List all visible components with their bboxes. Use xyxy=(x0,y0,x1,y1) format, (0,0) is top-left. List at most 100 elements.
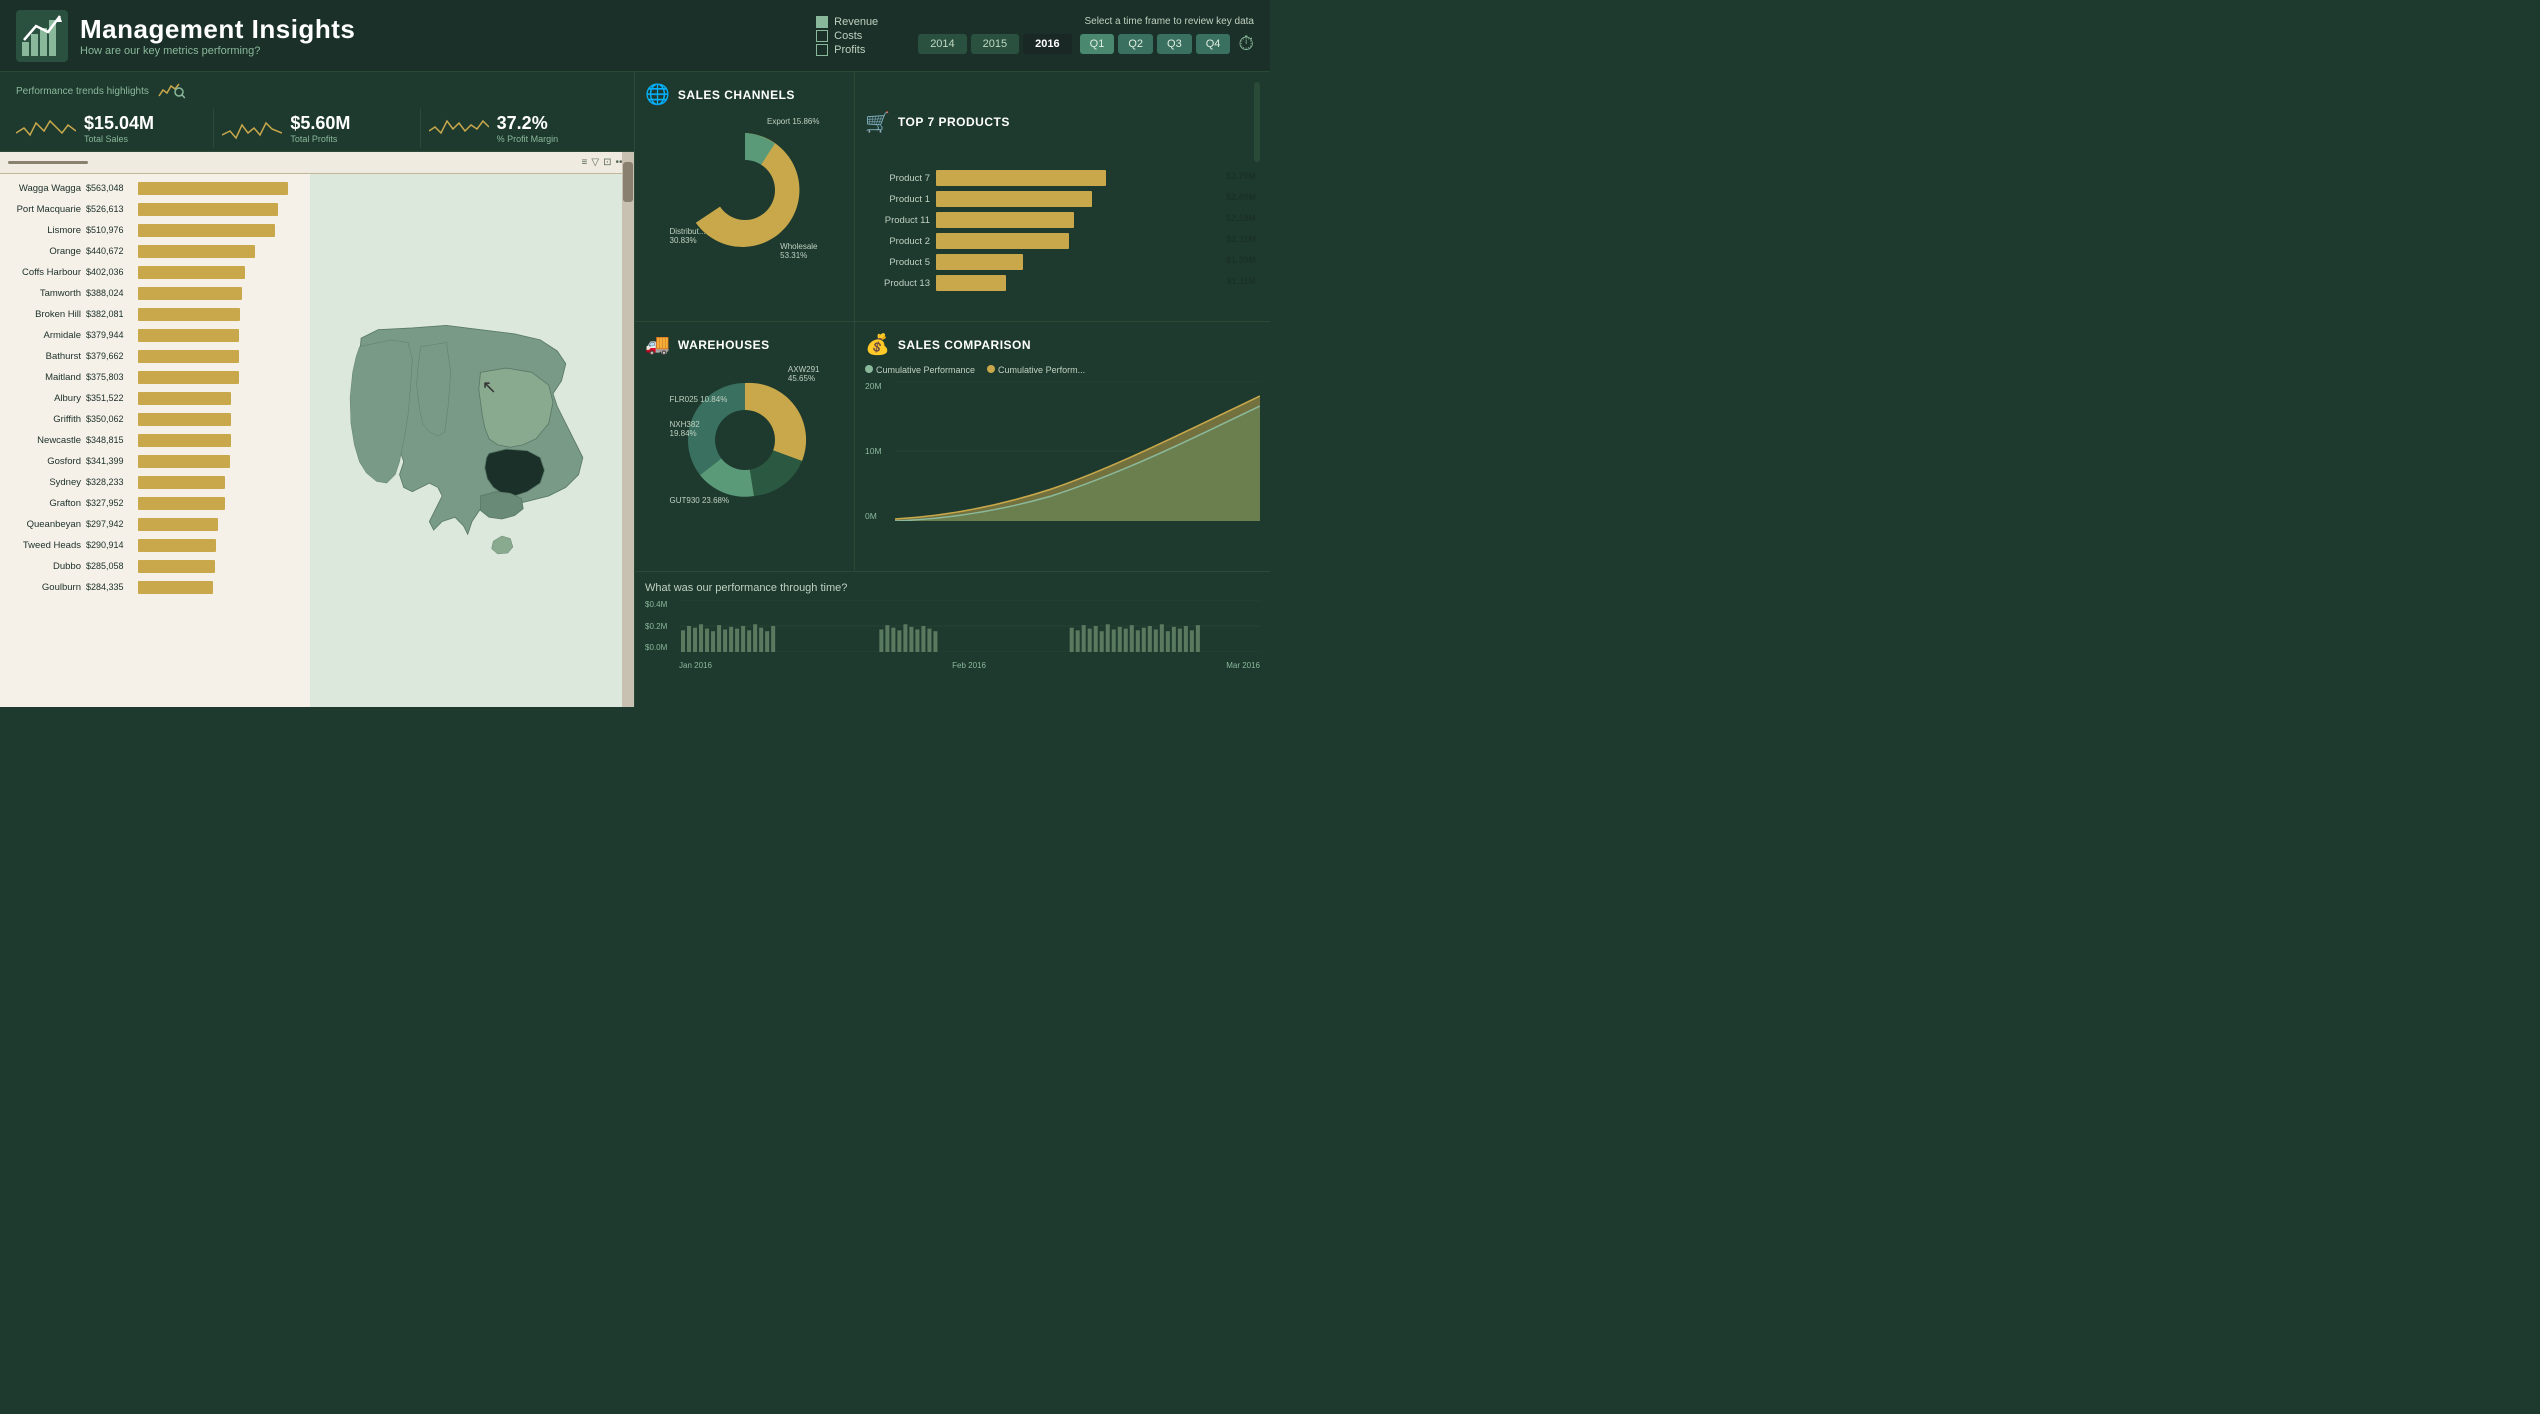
city-name: Dubbo xyxy=(6,561,86,572)
city-value: $290,914 xyxy=(86,540,138,550)
bar-fill xyxy=(138,245,255,258)
perf-x-labels: Jan 2016 Feb 2016 Mar 2016 xyxy=(679,661,1260,670)
legend-label-revenue: Revenue xyxy=(834,16,878,28)
bar-container xyxy=(138,581,310,594)
city-name: Goulburn xyxy=(6,582,86,593)
product-value: $2.70M xyxy=(1226,171,1256,181)
city-value: $348,815 xyxy=(86,435,138,445)
city-name: Tweed Heads xyxy=(6,540,86,551)
product-bar-wrap: $1.39M xyxy=(936,254,1260,270)
list-item[interactable]: Bathurst$379,662 xyxy=(6,346,310,366)
city-name: Lismore xyxy=(6,225,86,236)
city-name: Tamworth xyxy=(6,288,86,299)
map-filter-bar: ≡ ▽ ⊡ ••• xyxy=(0,152,634,174)
kpi-profit-margin: 37.2% % Profit Margin xyxy=(429,113,618,144)
cumperf2-legend: Cumulative Perform... xyxy=(987,365,1085,375)
year-2014-button[interactable]: 2014 xyxy=(918,34,966,54)
products-list: Product 7$2.70MProduct 1$2.49MProduct 11… xyxy=(865,170,1260,291)
filter-icon[interactable]: ▽ xyxy=(591,157,599,168)
total-sales-label: Total Sales xyxy=(84,134,154,144)
product-value: $2.11M xyxy=(1226,234,1256,244)
legend-costs[interactable]: Costs xyxy=(816,30,878,42)
bar-fill xyxy=(138,560,215,573)
australia-map-container: ↖ xyxy=(310,174,634,707)
header: Management Insights How are our key metr… xyxy=(0,0,1270,72)
list-item[interactable]: Tamworth$388,024 xyxy=(6,283,310,303)
perf-chart-svg xyxy=(679,600,1260,652)
city-value: $297,942 xyxy=(86,519,138,529)
city-value: $285,058 xyxy=(86,561,138,571)
list-item[interactable]: Goulburn$284,335 xyxy=(6,577,310,597)
warehouses-donut: AXW29145.65% FLR025 10.84% NXH38219.84% … xyxy=(670,365,820,515)
scrollbar-thumb[interactable] xyxy=(623,162,633,202)
nxh382-label: NXH38219.84% xyxy=(670,420,700,438)
list-item[interactable]: Orange$440,672 xyxy=(6,241,310,261)
bar-container xyxy=(138,287,310,300)
map-slider[interactable] xyxy=(8,161,88,164)
frame-icon[interactable]: ⊡ xyxy=(603,157,611,168)
top-products-header: 🛒 TOP 7 PRODUCTS xyxy=(865,82,1260,162)
legend-revenue[interactable]: Revenue xyxy=(816,16,878,28)
quarter-q2-button[interactable]: Q2 xyxy=(1118,34,1153,54)
city-value: $379,662 xyxy=(86,351,138,361)
list-item[interactable]: Grafton$327,952 xyxy=(6,493,310,513)
quarter-q4-button[interactable]: Q4 xyxy=(1196,34,1231,54)
list-item[interactable]: Port Macquarie$526,613 xyxy=(6,199,310,219)
list-item: Product 7$2.70M xyxy=(865,170,1260,186)
list-item[interactable]: Coffs Harbour$402,036 xyxy=(6,262,310,282)
product-bar-wrap: $2.49M xyxy=(936,191,1260,207)
product-value: $2.19M xyxy=(1226,213,1256,223)
list-item[interactable]: Albury$351,522 xyxy=(6,388,310,408)
list-item[interactable]: Queanbeyan$297,942 xyxy=(6,514,310,534)
list-item[interactable]: Wagga Wagga$563,048 xyxy=(6,178,310,198)
list-item[interactable]: Gosford$341,399 xyxy=(6,451,310,471)
bar-container xyxy=(138,392,310,405)
perf-y-labels: $0.4M $0.2M $0.0M xyxy=(645,600,677,652)
sales-channels-donut: Export 15.86% Distribut...30.83% Wholesa… xyxy=(670,115,820,265)
city-name: Orange xyxy=(6,246,86,257)
product-name: Product 13 xyxy=(865,278,930,289)
list-item[interactable]: Sydney$328,233 xyxy=(6,472,310,492)
warehouses-donut-svg xyxy=(670,365,820,515)
title-block: Management Insights How are our key metr… xyxy=(80,14,816,57)
year-2016-button[interactable]: 2016 xyxy=(1023,34,1071,54)
bar-container xyxy=(138,476,310,489)
quarter-q1-button[interactable]: Q1 xyxy=(1080,34,1115,54)
legend-box-costs xyxy=(816,30,828,42)
list-item[interactable]: Dubbo$285,058 xyxy=(6,556,310,576)
legend-profits[interactable]: Profits xyxy=(816,44,878,56)
product-bar xyxy=(936,233,1069,249)
product-name: Product 1 xyxy=(865,194,930,205)
list-item[interactable]: Armidale$379,944 xyxy=(6,325,310,345)
bar-fill xyxy=(138,203,278,216)
time-label: Select a time frame to review key data xyxy=(1084,16,1254,27)
bar-container xyxy=(138,182,310,195)
product-bar-wrap: $2.70M xyxy=(936,170,1260,186)
city-name: Gosford xyxy=(6,456,86,467)
list-item[interactable]: Broken Hill$382,081 xyxy=(6,304,310,324)
page-subtitle: How are our key metrics performing? xyxy=(80,45,816,57)
quarter-q3-button[interactable]: Q3 xyxy=(1157,34,1192,54)
warehouses-header: 🚚 WAREHOUSES xyxy=(645,332,844,357)
list-item[interactable]: Maitland$375,803 xyxy=(6,367,310,387)
city-value: $440,672 xyxy=(86,246,138,256)
bar-fill xyxy=(138,455,230,468)
profit-margin-label: % Profit Margin xyxy=(497,134,559,144)
list-item: Product 5$1.39M xyxy=(865,254,1260,270)
year-2015-button[interactable]: 2015 xyxy=(971,34,1019,54)
city-value: $388,024 xyxy=(86,288,138,298)
performance-chart: $0.4M $0.2M $0.0M xyxy=(645,600,1260,670)
city-name: Albury xyxy=(6,393,86,404)
profit-margin-value: 37.2% xyxy=(497,113,559,134)
list-item[interactable]: Lismore$510,976 xyxy=(6,220,310,240)
perf-chart-area xyxy=(679,600,1260,652)
city-value: $327,952 xyxy=(86,498,138,508)
bar-fill xyxy=(138,518,218,531)
bar-fill xyxy=(138,392,231,405)
list-item[interactable]: Tweed Heads$290,914 xyxy=(6,535,310,555)
clock-icon: ⏱ xyxy=(1238,33,1254,56)
scrollbar[interactable] xyxy=(622,152,634,707)
list-item[interactable]: Griffith$350,062 xyxy=(6,409,310,429)
products-scrollbar[interactable] xyxy=(1254,82,1260,162)
list-item[interactable]: Newcastle$348,815 xyxy=(6,430,310,450)
